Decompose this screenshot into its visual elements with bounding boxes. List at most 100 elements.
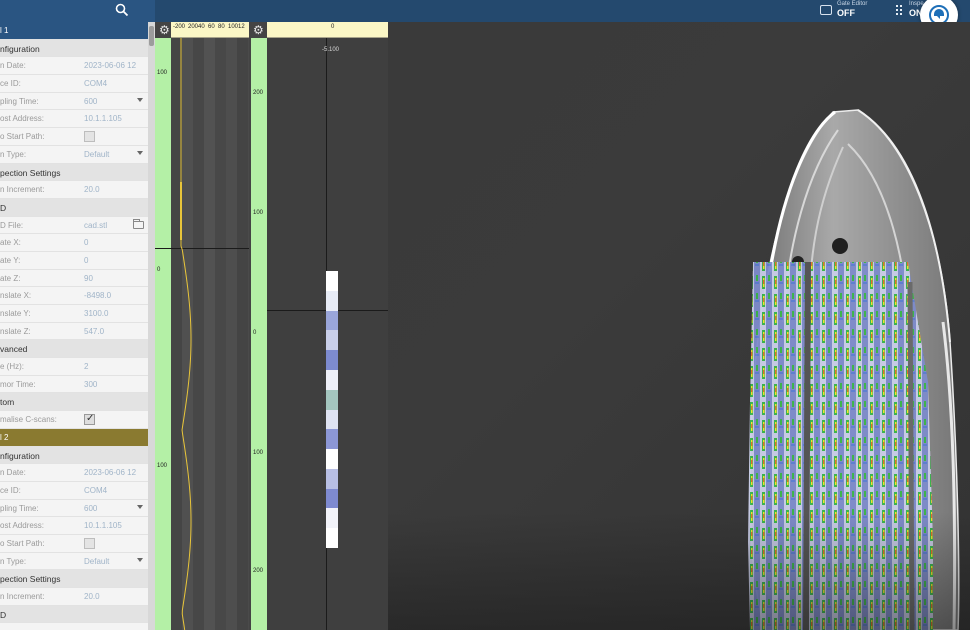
ascan-horizontal-ruler: -200 200 40 60 80 100 12 (171, 22, 249, 38)
property-value[interactable]: 3100.0 (84, 309, 108, 318)
property-label: pling Time: (0, 503, 39, 513)
bscan-data-cell (326, 310, 338, 331)
property-value[interactable]: 600 (84, 97, 97, 106)
property-row: o Start Path: (0, 535, 148, 553)
property-checkbox[interactable] (84, 413, 95, 426)
property-label: nslate X: (0, 291, 32, 301)
dropdown-chevron-icon[interactable] (137, 97, 143, 102)
folder-icon[interactable] (133, 218, 144, 229)
property-label: n Date: (0, 61, 26, 71)
dropdown-chevron-icon[interactable] (137, 504, 143, 509)
property-value[interactable]: Default (84, 557, 109, 566)
property-row: n Increment: 20.0 (0, 181, 148, 199)
property-row: n Date: 2023-06-06 12 (0, 464, 148, 482)
property-row: ost Address: 10.1.1.105 (0, 110, 148, 129)
property-value[interactable]: -8498.0 (84, 291, 111, 300)
property-label: pection Settings (0, 574, 61, 585)
bscan-data-cell (326, 271, 338, 292)
property-label: n Type: (0, 149, 27, 159)
property-row: n Increment: 20.0 (0, 588, 148, 606)
bscan-settings-gear-icon[interactable]: ⚙ (253, 24, 265, 36)
property-row: o Start Path: (0, 128, 148, 146)
scan-views: ⚙ -200 200 40 60 80 100 12 100 0 100 ⚙ 0 200 100 0… (155, 22, 401, 630)
ascan-vruler-label: 100 (157, 70, 168, 76)
ascan-ruler-tick-label: 80 (218, 24, 225, 30)
bscan-data-cell (326, 429, 338, 450)
ascan-waveform (180, 38, 192, 630)
property-label: nslate Z: (0, 326, 31, 336)
property-label: tom (0, 397, 15, 408)
panel-section-header[interactable]: vanced (0, 340, 148, 359)
property-label: pection Settings (0, 167, 61, 178)
property-value[interactable]: 20.0 (84, 185, 100, 194)
property-value[interactable]: 0 (84, 256, 88, 265)
property-label: ate X: (0, 238, 21, 248)
panel-section-header[interactable]: nfiguration (0, 39, 148, 58)
property-row: ce ID: COM4 (0, 75, 148, 93)
property-value[interactable]: 300 (84, 380, 97, 389)
properties-scrollbar[interactable] (148, 22, 155, 630)
property-value[interactable]: 2 (84, 362, 88, 371)
channel-header[interactable]: l 2 (0, 428, 148, 447)
panel-section-header[interactable]: pection Settings (0, 570, 148, 588)
property-checkbox[interactable] (84, 131, 95, 143)
property-value[interactable]: 0 (84, 238, 88, 247)
bscan-ruler-label: 0 (331, 24, 335, 30)
grid-dots-icon (896, 5, 904, 15)
property-value[interactable]: 10.1.1.105 (84, 114, 122, 123)
property-label: nfiguration (0, 43, 40, 54)
property-label: malise C-scans: (0, 415, 57, 425)
property-label: ce ID: (0, 485, 21, 495)
panel-section-header[interactable]: D (0, 605, 148, 624)
property-value[interactable]: 90 (84, 274, 93, 283)
bscan-data-cell (326, 488, 338, 509)
search-icon[interactable] (115, 3, 129, 17)
bscan-data-cell (326, 468, 338, 490)
property-value[interactable]: 547.0 (84, 327, 104, 336)
property-checkbox[interactable] (84, 537, 95, 549)
panel-section-header[interactable]: tom (0, 393, 148, 412)
property-label: o Start Path: (0, 538, 45, 548)
channel-header[interactable]: l 1 (0, 22, 148, 40)
3d-viewport[interactable] (388, 22, 970, 630)
property-row: D File: cad.stl (0, 217, 148, 235)
property-value[interactable]: cad.stl (84, 221, 107, 230)
dropdown-chevron-icon[interactable] (137, 150, 143, 155)
property-row: pling Time: 600 (0, 93, 148, 111)
gate-editor-icon (820, 5, 832, 15)
property-value[interactable]: COM4 (84, 79, 107, 88)
property-value[interactable]: 10.1.1.105 (84, 521, 122, 530)
property-value[interactable]: 2023-06-06 12 (84, 61, 136, 70)
property-value[interactable]: 600 (84, 504, 97, 513)
property-value[interactable]: Default (84, 150, 109, 159)
gate-editor-value: OFF (837, 8, 855, 18)
ascan-ruler-tick-label: 60 (208, 24, 215, 30)
property-label: mor Time: (0, 379, 36, 389)
property-label: vanced (0, 344, 28, 355)
dropdown-chevron-icon[interactable] (137, 557, 143, 562)
ascan-ruler-tick-label: 12 (238, 24, 245, 30)
property-row: e (Hz): 2 (0, 358, 148, 376)
property-label: ost Address: (0, 521, 45, 531)
ascan-vertical-ruler: 100 0 100 (155, 38, 171, 630)
property-label: n Increment: (0, 592, 45, 601)
property-row: pling Time: 600 (0, 500, 148, 518)
property-value[interactable]: COM4 (84, 486, 107, 495)
panel-section-header[interactable]: nfiguration (0, 446, 148, 465)
scrollbar-thumb[interactable] (149, 26, 154, 46)
property-row: ate Y: 0 (0, 252, 148, 270)
gate-editor-toggle[interactable]: Gate Editor OFF (820, 1, 880, 21)
panel-section-header[interactable]: pection Settings (0, 163, 148, 182)
property-label: ate Y: (0, 255, 21, 265)
property-value[interactable]: 20.0 (84, 592, 100, 601)
property-label: pling Time: (0, 96, 39, 106)
property-row: nslate Y: 3100.0 (0, 305, 148, 323)
bscan-data-cell (326, 409, 338, 430)
property-row: nslate Z: 547.0 (0, 323, 148, 341)
bscan-vertical-ruler: 200 100 0 100 200 (251, 38, 267, 630)
property-row: ate X: 0 (0, 234, 148, 252)
ascan-settings-gear-icon[interactable]: ⚙ (159, 24, 171, 36)
bscan-data-cell (326, 350, 338, 371)
property-value[interactable]: 2023-06-06 12 (84, 468, 136, 477)
panel-section-header[interactable]: D (0, 198, 148, 217)
